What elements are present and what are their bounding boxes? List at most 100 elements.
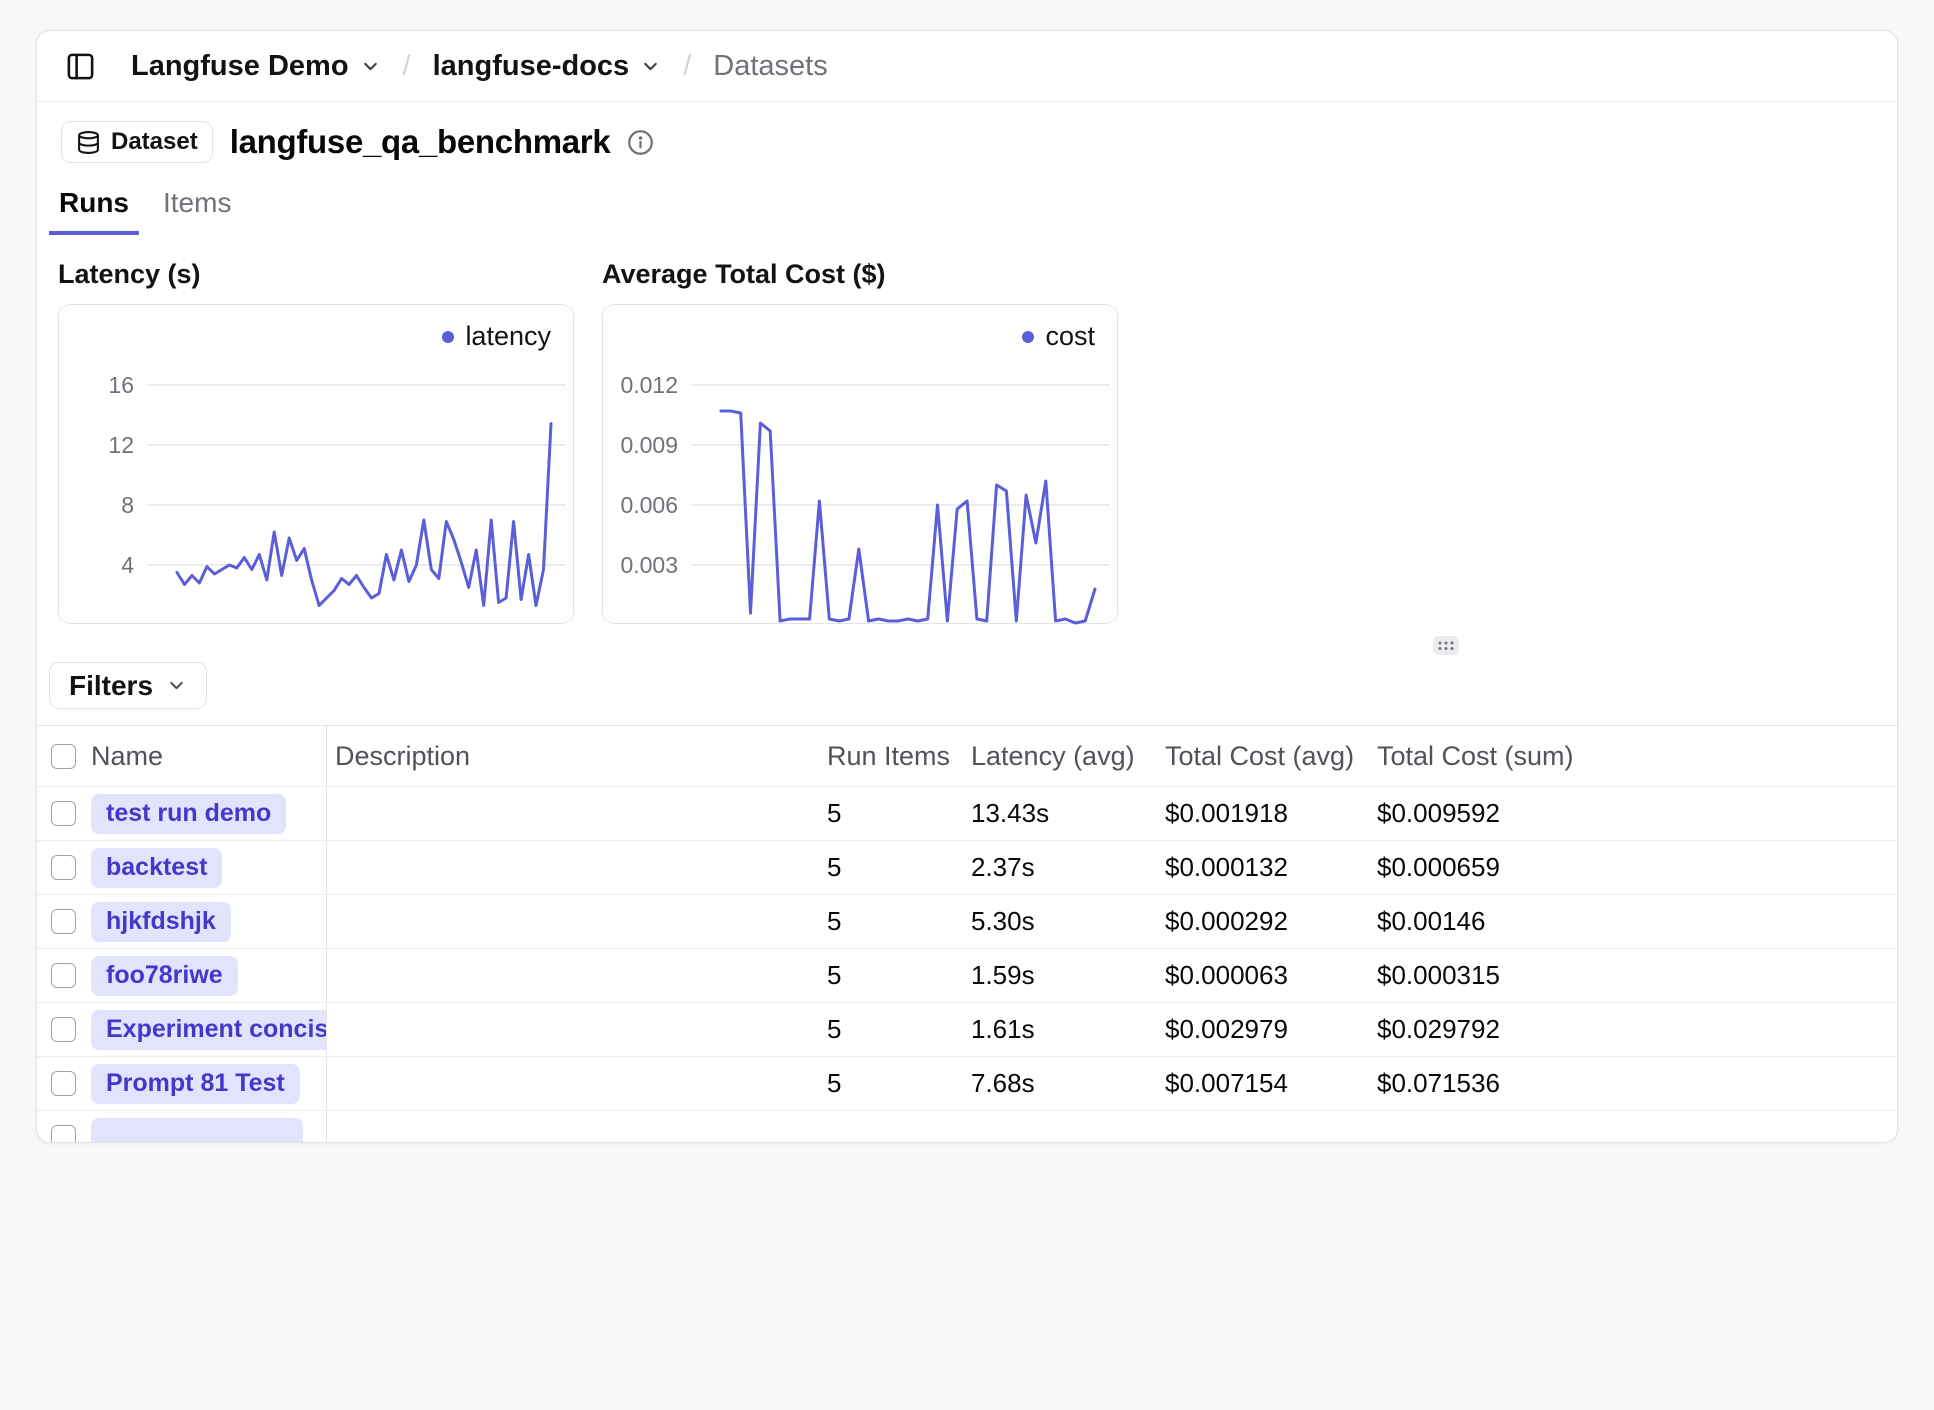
checkbox-cell [37, 1071, 91, 1096]
charts-section: Latency (s) 481216 latency Average Total… [37, 235, 1897, 624]
run-name-badge[interactable]: backtest [91, 848, 222, 888]
run-items-cell: 5 [819, 906, 963, 937]
chevron-down-icon [360, 56, 381, 77]
checkbox-cell [37, 909, 91, 934]
table-body: test run demo 5 13.43s $0.001918 $0.0095… [37, 787, 1897, 1143]
run-items-cell: 5 [819, 852, 963, 883]
run-name-badge[interactable]: Prompt 81 Test [91, 1064, 300, 1104]
name-cell: test run demo [91, 787, 327, 840]
svg-text:0.003: 0.003 [620, 552, 678, 578]
dataset-chip-label: Dataset [111, 128, 198, 156]
name-cell: foo78riwe [91, 949, 327, 1002]
tab-bar: Runs Items [37, 163, 1897, 235]
row-checkbox[interactable] [51, 801, 76, 826]
run-name-badge[interactable]: foo78riwe [91, 956, 238, 996]
latency-avg-cell: 7.68s [963, 1068, 1157, 1099]
header-latency-avg: Latency (avg) [963, 741, 1157, 772]
breadcrumb-org-button[interactable]: Langfuse Demo [131, 50, 381, 83]
name-cell: hjkfdshjk [91, 895, 327, 948]
header-total-cost-sum: Total Cost (sum) [1369, 741, 1897, 772]
breadcrumb-project-button[interactable]: langfuse-docs [433, 50, 662, 83]
latency-chart-title: Latency (s) [58, 259, 574, 290]
run-name-badge[interactable] [91, 1118, 303, 1144]
table-row[interactable]: Prompt 81 Test 5 7.68s $0.007154 $0.0715… [37, 1057, 1897, 1111]
main-panel: Langfuse Demo / langfuse-docs / Datasets… [36, 30, 1898, 1143]
info-icon[interactable] [627, 129, 654, 156]
total-cost-avg-cell: $0.000063 [1157, 960, 1369, 991]
tab-items[interactable]: Items [153, 179, 241, 235]
svg-text:0.006: 0.006 [620, 492, 678, 518]
dataset-type-chip: Dataset [61, 121, 213, 163]
breadcrumb: Langfuse Demo / langfuse-docs / Datasets [131, 50, 828, 83]
cost-chart-title: Average Total Cost ($) [602, 259, 1118, 290]
total-cost-sum-cell: $0.009592 [1369, 798, 1897, 829]
sidebar-toggle-button[interactable] [61, 47, 99, 85]
svg-text:0.012: 0.012 [620, 372, 678, 398]
breadcrumb-org-label: Langfuse Demo [131, 50, 349, 83]
row-checkbox[interactable] [51, 855, 76, 880]
breadcrumb-section-label: Datasets [713, 50, 827, 83]
table-row[interactable] [37, 1111, 1897, 1143]
name-cell: backtest [91, 841, 327, 894]
header-description: Description [327, 741, 819, 772]
select-all-checkbox[interactable] [51, 744, 76, 769]
table-row[interactable]: test run demo 5 13.43s $0.001918 $0.0095… [37, 787, 1897, 841]
table-row[interactable]: foo78riwe 5 1.59s $0.000063 $0.000315 [37, 949, 1897, 1003]
latency-avg-cell: 13.43s [963, 798, 1157, 829]
header-total-cost-avg: Total Cost (avg) [1157, 741, 1369, 772]
svg-text:4: 4 [121, 552, 134, 578]
cost-chart: 0.0030.0060.0090.012 cost [602, 304, 1118, 624]
topbar: Langfuse Demo / langfuse-docs / Datasets [37, 31, 1897, 102]
chevron-down-icon [166, 675, 187, 696]
latency-avg-cell: 1.61s [963, 1014, 1157, 1045]
page-title: langfuse_qa_benchmark [230, 123, 611, 161]
legend-label: latency [465, 321, 551, 352]
latency-line-plot: 481216 [59, 305, 575, 625]
filters-button-label: Filters [69, 670, 153, 702]
svg-text:12: 12 [108, 432, 134, 458]
name-cell: Prompt 81 Test [91, 1057, 327, 1110]
checkbox-cell [37, 801, 91, 826]
run-name-badge[interactable]: Experiment concise... [91, 1010, 327, 1050]
total-cost-avg-cell: $0.000132 [1157, 852, 1369, 883]
row-checkbox[interactable] [51, 963, 76, 988]
table-row[interactable]: Experiment concise... 5 1.61s $0.002979 … [37, 1003, 1897, 1057]
run-name-badge[interactable]: test run demo [91, 794, 286, 834]
chevron-down-icon [640, 56, 661, 77]
filters-button[interactable]: Filters [49, 662, 207, 709]
table-row[interactable]: hjkfdshjk 5 5.30s $0.000292 $0.00146 [37, 895, 1897, 949]
name-cell [91, 1111, 327, 1143]
table-row[interactable]: backtest 5 2.37s $0.000132 $0.000659 [37, 841, 1897, 895]
total-cost-sum-cell: $0.071536 [1369, 1068, 1897, 1099]
row-checkbox[interactable] [51, 909, 76, 934]
checkbox-cell [37, 963, 91, 988]
latency-avg-cell: 2.37s [963, 852, 1157, 883]
svg-text:16: 16 [108, 372, 134, 398]
run-items-cell: 5 [819, 1014, 963, 1045]
total-cost-avg-cell: $0.000292 [1157, 906, 1369, 937]
total-cost-sum-cell: $0.000315 [1369, 960, 1897, 991]
row-checkbox[interactable] [51, 1017, 76, 1042]
row-checkbox[interactable] [51, 1071, 76, 1096]
latency-legend: latency [442, 321, 551, 352]
legend-label: cost [1045, 321, 1095, 352]
latency-chart: 481216 latency [58, 304, 574, 624]
drag-handle[interactable] [1433, 636, 1459, 655]
total-cost-avg-cell: $0.002979 [1157, 1014, 1369, 1045]
cost-chart-block: Average Total Cost ($) 0.0030.0060.0090.… [602, 259, 1118, 624]
total-cost-sum-cell: $0.029792 [1369, 1014, 1897, 1045]
run-items-cell: 5 [819, 798, 963, 829]
latency-chart-block: Latency (s) 481216 latency [58, 259, 574, 624]
row-checkbox[interactable] [51, 1125, 76, 1143]
breadcrumb-separator: / [683, 50, 691, 83]
grip-dots-icon [1437, 640, 1455, 651]
header-run-items: Run Items [819, 741, 963, 772]
checkbox-cell [37, 855, 91, 880]
legend-dot-icon [442, 331, 454, 343]
runs-table: Name Description Run Items Latency (avg)… [37, 725, 1897, 1143]
run-name-badge[interactable]: hjkfdshjk [91, 902, 231, 942]
total-cost-sum-cell: $0.00146 [1369, 906, 1897, 937]
checkbox-cell [37, 1125, 91, 1143]
tab-runs[interactable]: Runs [49, 179, 139, 235]
header-checkbox-cell [37, 744, 91, 769]
